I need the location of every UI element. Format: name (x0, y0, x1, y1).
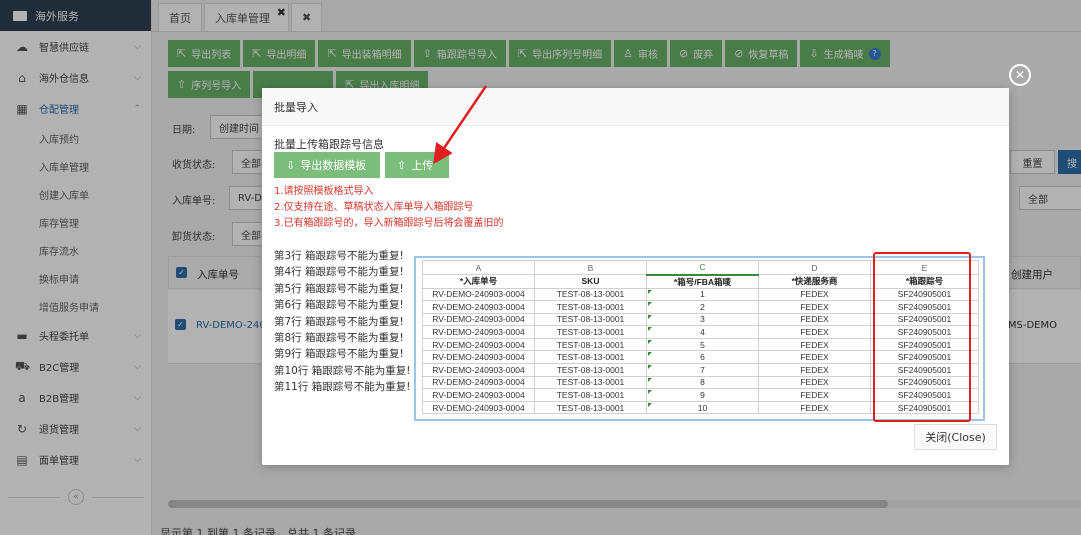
annotation-arrow (433, 85, 488, 165)
